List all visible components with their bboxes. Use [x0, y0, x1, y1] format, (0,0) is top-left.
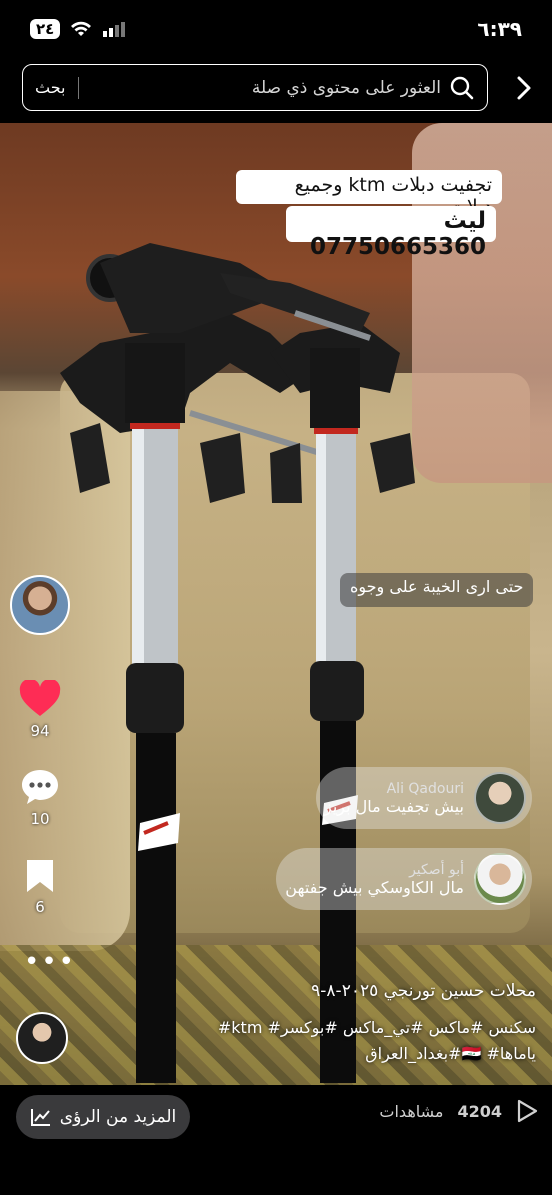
commenter-avatar[interactable]: [474, 853, 526, 905]
wifi-icon: [71, 21, 92, 36]
more-insights-button[interactable]: المزيد من الرؤى: [16, 1095, 190, 1139]
post-author-date[interactable]: محلات حسين تورنجي ٢٠٢٥-٨-٩: [66, 981, 536, 1001]
save-button[interactable]: 6: [0, 858, 80, 916]
video-caption-line2: ليث 07750665360: [286, 206, 496, 260]
analytics-icon: [30, 1109, 50, 1126]
views-label: مشاهدات: [379, 1101, 444, 1121]
views-counter: 4204 مشاهدات: [379, 1099, 538, 1123]
like-count: 94: [30, 722, 50, 740]
save-count: 6: [35, 898, 45, 916]
bottom-bar: المزيد من الرؤى 4204 مشاهدات: [0, 1085, 552, 1195]
floating-comment: حتى ارى الخيبة على وجوه: [340, 573, 534, 607]
heart-icon: [19, 680, 61, 716]
comment-button[interactable]: 10: [0, 768, 80, 828]
search-header: العثور على محتوى ذي صلة بحث: [0, 64, 552, 112]
commenter-name: Ali Qadouri: [386, 780, 464, 797]
battery-indicator: ٢٤: [30, 19, 61, 39]
motorcycle-forks-image: [60, 243, 415, 1083]
cellular-signal-icon: [103, 22, 126, 37]
bookmark-icon: [27, 860, 53, 892]
status-bar: ٢٤ ٦:٣٩: [0, 0, 552, 58]
play-icon: [517, 1099, 538, 1123]
commenter-avatar[interactable]: [474, 772, 526, 824]
comment-count: 10: [30, 810, 50, 828]
commenter-name: أبو أصكير: [409, 861, 464, 878]
search-placeholder: العثور على محتوى ذي صلة: [251, 77, 441, 98]
comment-icon: [22, 770, 58, 804]
search-divider: [77, 76, 79, 99]
video-caption-line1: تجفيت دبلات ktm وجميع دبلات: [236, 170, 502, 218]
clock: ٦:٣٩: [477, 17, 522, 41]
author-avatar[interactable]: [16, 1012, 68, 1064]
status-icons: ٢٤: [30, 19, 128, 39]
comment-bubble[interactable]: Ali Qadouri بيش تجفيت مال بريز: [316, 767, 532, 829]
chevron-right-icon[interactable]: [508, 72, 540, 104]
search-input[interactable]: العثور على محتوى ذي صلة بحث: [22, 64, 488, 111]
more-options-icon[interactable]: •••: [24, 949, 76, 975]
like-button[interactable]: 94: [0, 680, 80, 740]
search-icon: [450, 76, 474, 99]
post-hashtags-line1[interactable]: سكنس #ماكس #تي_ماكس #بوكسر# ktm#: [66, 1018, 536, 1037]
comment-text: بيش تجفيت مال بريز: [324, 796, 464, 816]
views-count: 4204: [457, 1101, 502, 1121]
comment-bubble[interactable]: أبو أصكير مال الكاوسكي بيش جفتهن: [276, 848, 532, 910]
insights-label: المزيد من الرؤى: [59, 1107, 177, 1127]
search-button[interactable]: بحث: [35, 78, 66, 97]
creator-avatar[interactable]: [10, 575, 70, 635]
comment-text: مال الكاوسكي بيش جفتهن: [285, 877, 464, 897]
post-hashtags-line2[interactable]: ياماها# 🇮🇶#بغداد_العراق: [66, 1044, 536, 1063]
